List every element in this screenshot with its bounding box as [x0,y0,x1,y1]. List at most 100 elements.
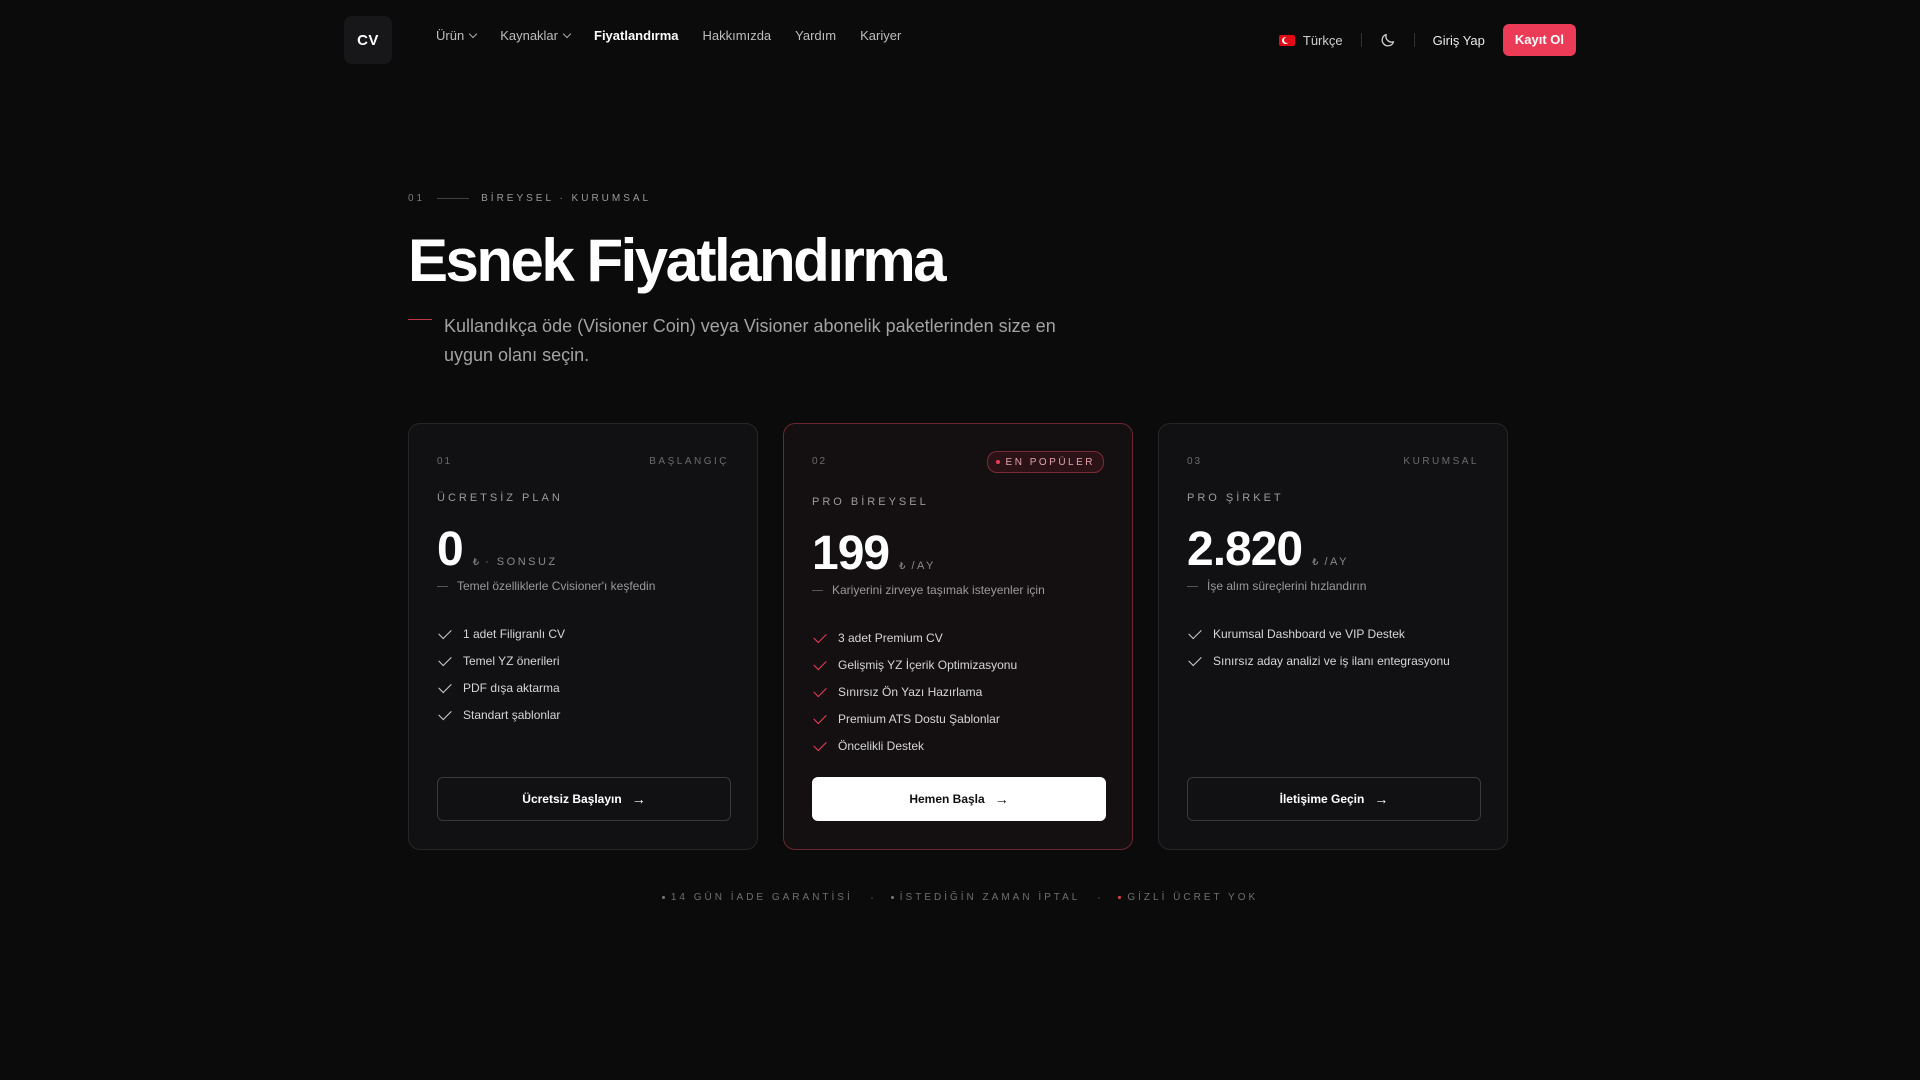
feature-text: PDF dışa aktarma [463,680,560,695]
note-text: 14 GÜN İADE GARANTİSİ [670,892,853,903]
feature-item: Temel YZ önerileri [437,647,565,674]
plan-name: PRO BİREYSEL [812,496,929,508]
plan-price: 199 [812,527,890,580]
separator-dot [1098,896,1101,899]
price-row: 2.820 ₺ /AY [1187,522,1349,577]
feature-text: Premium ATS Dostu Şablonlar [838,711,1000,726]
page-subtitle: Kullandıkça öde (Visioner Coin) veya Vis… [444,316,1056,365]
page-title: Esnek Fiyatlandırma [408,227,947,294]
plan-name: PRO ŞİRKET [1187,492,1284,504]
feature-list: Kurumsal Dashboard ve VIP Destek Sınırsı… [1187,620,1450,674]
plan-price: 2.820 [1187,523,1303,576]
popular-badge: EN POPÜLER [986,451,1104,473]
start-free-button[interactable]: Ücretsiz Başlayın → [437,777,731,821]
feature-text: Standart şablonlar [463,707,561,722]
plan-card-pro-individual: 02 EN POPÜLER PRO BİREYSEL 199 ₺ /AY Kar… [783,423,1133,850]
logo[interactable]: CV [344,16,392,64]
check-icon [438,679,452,693]
button-label: İletişime Geçin [1279,792,1365,806]
price-row: 199 ₺ /AY [812,526,936,581]
feature-text: Sınırsız Ön Yazı Hazırlama [838,684,983,699]
bullet-dot [1118,896,1122,899]
contact-button[interactable]: İletişime Geçin → [1187,777,1481,821]
plan-number: 03 [1187,456,1203,467]
feature-list: 1 adet Filigranlı CV Temel YZ önerileri … [437,620,565,728]
arrow-right-icon: → [1374,791,1389,807]
plan-price: 0 [437,523,464,576]
separator-dot [870,896,873,899]
note-text: İSTEDİĞİN ZAMAN İPTAL [899,892,1081,903]
plan-name: ÜCRETSİZ PLAN [437,492,563,504]
divider [437,198,470,199]
signup-button[interactable]: Kayıt Ol [1502,24,1576,56]
currency-symbol: ₺ [899,561,906,572]
billing-period: /AY [1324,556,1349,568]
note-cancel: İSTEDİĞİN ZAMAN İPTAL [890,892,1081,903]
feature-item: Sınırsız Ön Yazı Hazırlama [812,678,1017,705]
arrow-right-icon: → [994,791,1009,807]
plan-number: 01 [437,456,453,467]
check-icon [813,737,827,751]
feature-item: Sınırsız aday analizi ve iş ilanı entegr… [1187,647,1450,674]
chevron-down-icon [468,29,478,39]
feature-text: 1 adet Filigranlı CV [463,626,566,641]
plan-tag: KURUMSAL [1403,456,1479,467]
feature-text: Kurumsal Dashboard ve VIP Destek [1213,626,1405,641]
dash [1187,585,1198,587]
billing-period: /AY [911,560,936,572]
top-navbar: CV Ürün Kaynaklar Fiyatlandırma Hakkımız… [0,0,1920,80]
check-icon [438,652,452,666]
arrow-right-icon: → [631,791,646,807]
nav-link-kaynaklar[interactable]: Kaynaklar [500,28,572,43]
plan-description: Kariyerini zirveye taşımak isteyenler iç… [812,583,1045,597]
feature-item: 1 adet Filigranlı CV [437,620,565,647]
feature-text: 3 adet Premium CV [838,630,943,645]
dash [437,585,448,587]
bullet-dot [661,896,665,899]
check-icon [813,683,827,697]
divider [1413,33,1415,47]
chevron-down-icon [562,29,572,39]
login-link[interactable]: Giriş Yap [1433,33,1485,48]
badge-dot [995,460,1000,464]
plan-card-pro-company: 03 KURUMSAL PRO ŞİRKET 2.820 ₺ /AY İşe a… [1158,423,1508,850]
language-selector[interactable]: Türkçe [1278,32,1343,48]
billing-period: · SONSUZ [485,556,558,568]
note-text: GİZLİ ÜCRET YOK [1127,892,1259,903]
note-no-hidden-fee: GİZLİ ÜCRET YOK [1118,892,1258,903]
subtitle-block: Kullandıkça öde (Visioner Coin) veya Vis… [408,312,1064,370]
plan-tag: BAŞLANGIÇ [649,456,729,467]
nav-link-fiyatlandirma[interactable]: Fiyatlandırma [594,28,679,43]
button-label: Hemen Başla [909,792,985,806]
feature-text: Temel YZ önerileri [463,653,560,668]
nav-link-label: Ürün [436,28,465,43]
check-icon [813,710,827,724]
currency-symbol: ₺ [472,557,480,568]
turkey-flag-icon [1278,34,1295,46]
nav-link-hakkimizda[interactable]: Hakkımızda [703,28,772,43]
plan-description: Temel özelliklerle Cvisioner'ı keşfedin [437,579,655,593]
check-icon [438,625,452,639]
badge-label: EN POPÜLER [1005,456,1095,468]
feature-item: Standart şablonlar [437,701,565,728]
check-icon [813,629,827,643]
feature-text: Sınırsız aday analizi ve iş ilanı entegr… [1213,653,1450,668]
nav-link-kariyer[interactable]: Kariyer [860,28,901,43]
feature-item: Öncelikli Destek [812,732,1017,759]
section-eyebrow: 01 BİREYSEL · KURUMSAL [408,193,651,204]
plan-card-free: 01 BAŞLANGIÇ ÜCRETSİZ PLAN 0 ₺ · SONSUZ … [408,423,758,850]
nav-link-yardim[interactable]: Yardım [795,28,836,43]
language-label: Türkçe [1302,32,1343,48]
feature-item: Kurumsal Dashboard ve VIP Destek [1187,620,1450,647]
check-icon [1188,652,1202,666]
bullet-dot [890,896,894,899]
note-refund: 14 GÜN İADE GARANTİSİ [661,892,853,903]
nav-link-label: Kaynaklar [500,28,558,43]
start-now-button[interactable]: Hemen Başla → [812,777,1106,821]
check-icon [813,656,827,670]
moon-icon[interactable] [1380,32,1396,48]
plan-number: 02 [812,456,828,467]
nav-link-urun[interactable]: Ürün [436,28,478,43]
divider [1360,33,1362,47]
check-icon [1188,625,1202,639]
